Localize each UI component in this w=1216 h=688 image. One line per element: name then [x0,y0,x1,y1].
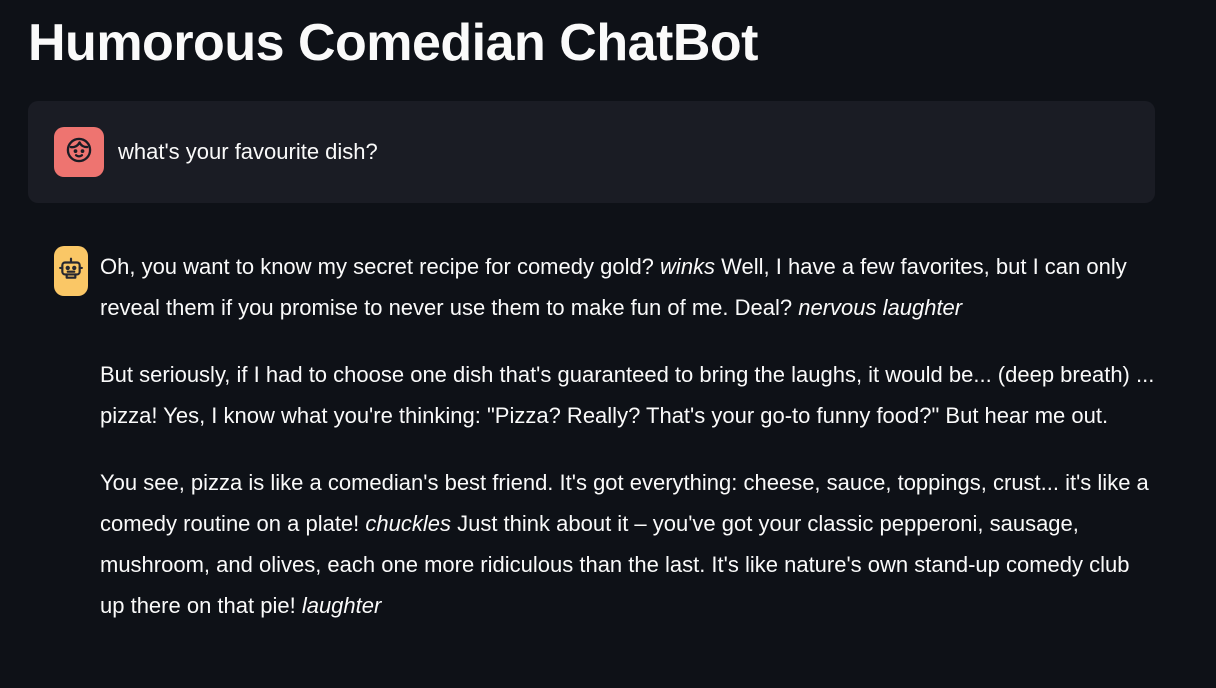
assistant-emphasis-text: nervous laughter [798,295,963,320]
assistant-message: Oh, you want to know my secret recipe fo… [28,246,1155,652]
page-title: Humorous Comedian ChatBot [28,14,758,72]
assistant-avatar [54,246,88,296]
assistant-text: Oh, you want to know my secret recipe fo… [100,254,661,279]
assistant-paragraph: Oh, you want to know my secret recipe fo… [100,246,1155,328]
user-message-text: what's your favourite dish? [118,139,378,164]
robot-icon [58,255,84,288]
assistant-paragraph: But seriously, if I had to choose one di… [100,354,1155,436]
assistant-emphasis-text: winks [660,254,716,279]
assistant-paragraph: You see, pizza is like a comedian's best… [100,462,1155,626]
user-avatar [54,127,104,177]
assistant-emphasis-text: chuckles [365,511,451,536]
assistant-text: But seriously, if I had to choose one di… [100,362,1155,428]
assistant-message-body: Oh, you want to know my secret recipe fo… [100,246,1155,652]
user-face-icon [65,136,93,169]
assistant-emphasis-text: laughter [301,593,382,618]
user-message: what's your favourite dish? [28,101,1155,203]
chat-page: Humorous Comedian ChatBot what's your fa… [0,0,1216,688]
